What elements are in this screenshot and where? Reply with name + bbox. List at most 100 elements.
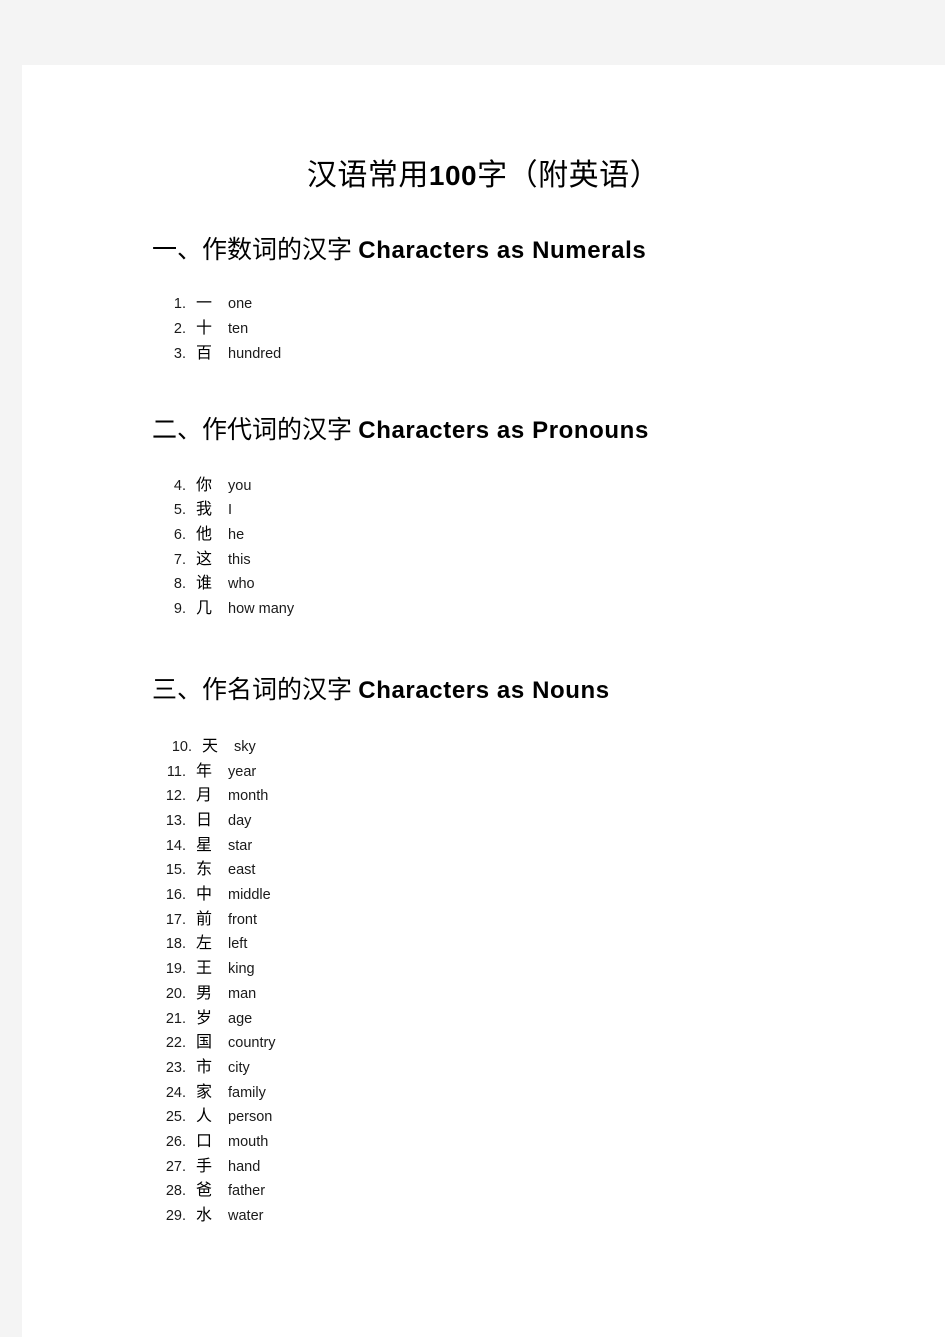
character-list: 4. 你 you 5. 我 I 6. 他 he 7. 这 this 8. 谁 who 9. 几 how many — [152, 473, 852, 621]
list-item-translation: man — [228, 985, 257, 1002]
section-heading-en: Characters as Pronouns — [358, 417, 649, 445]
list-item-character: 口 — [196, 1130, 213, 1150]
list-item-number: 17. — [165, 911, 186, 928]
list-item-number: 11. — [166, 763, 186, 780]
list-item-character: 中 — [196, 884, 213, 904]
list-item-number: 24. — [165, 1084, 186, 1101]
list-item-number: 6. — [173, 526, 186, 543]
list-item-translation: city — [228, 1059, 250, 1076]
list-item-character: 家 — [196, 1081, 213, 1101]
list-item-character: 东 — [196, 859, 213, 879]
list-item-character: 一 — [196, 293, 213, 313]
list-item: 4. 你 you — [152, 473, 852, 498]
section-heading-en: Characters as Numerals — [358, 237, 647, 264]
section-heading-cjk: 三、作名词的汉字 — [152, 676, 353, 704]
list-item-translation: family — [228, 1084, 266, 1101]
list-item: 26. 口 mouth — [152, 1129, 852, 1154]
list-item-translation: father — [228, 1183, 266, 1200]
list-item-number: 28. — [165, 1183, 186, 1200]
list-item: 25. 人 person — [152, 1104, 852, 1129]
list-item: 28. 爸 father — [152, 1178, 852, 1203]
list-item-number: 16. — [165, 887, 186, 904]
section-heading: 三、作名词的汉字 Characters as Nouns — [152, 675, 852, 706]
list-item-translation: how many — [228, 601, 295, 617]
list-item-translation: ten — [228, 320, 249, 337]
page-title-cjk-pre: 汉语常用 — [306, 159, 429, 192]
list-item: 8. 谁 who — [152, 571, 852, 596]
list-item-translation: year — [228, 763, 257, 780]
list-item-number: 20. — [165, 985, 186, 1002]
list-item-translation: person — [228, 1109, 273, 1126]
list-item-translation: mouth — [228, 1133, 269, 1150]
list-item-translation: age — [228, 1010, 253, 1027]
list-item: 29. 水 water — [152, 1203, 852, 1228]
list-item: 18. 左 left — [152, 931, 852, 956]
section-heading-cjk: 一、作数词的汉字 — [152, 237, 353, 264]
list-item-translation: sky — [234, 738, 256, 755]
list-item-translation: this — [228, 551, 251, 568]
list-item-translation: middle — [228, 887, 271, 904]
list-item: 14. 星 star — [152, 833, 852, 858]
list-item-translation: day — [228, 813, 252, 829]
list-item-character: 百 — [196, 342, 213, 362]
list-item-number: 2. — [173, 320, 186, 337]
list-item-translation: east — [228, 862, 256, 879]
list-item-translation: hundred — [228, 345, 282, 362]
document-page: 汉语常用100字（附英语） 一、作数词的汉字 Characters as Num… — [22, 65, 945, 1337]
list-item: 15. 东 east — [152, 857, 852, 882]
list-item-translation: who — [228, 576, 255, 593]
list-item-character: 几 — [196, 598, 213, 617]
list-item-character: 他 — [196, 523, 213, 543]
list-item: 21. 岁 age — [152, 1006, 852, 1031]
list-item-character: 手 — [196, 1155, 213, 1175]
list-item-character: 星 — [196, 834, 213, 854]
list-item: 11. 年 year — [152, 759, 852, 784]
list-item-number: 5. — [173, 502, 186, 519]
list-item-number: 9. — [173, 601, 186, 617]
list-item-translation: hand — [228, 1158, 261, 1175]
list-item: 17. 前 front — [152, 907, 852, 932]
list-item-number: 4. — [173, 477, 186, 494]
list-item-number: 23. — [165, 1059, 186, 1076]
list-item-number: 25. — [165, 1109, 186, 1126]
list-item-number: 26. — [165, 1133, 186, 1150]
page-title: 汉语常用100字（附英语） — [22, 150, 945, 194]
list-item-translation: water — [228, 1208, 264, 1224]
list-item-number: 15. — [165, 862, 186, 879]
list-item-character: 前 — [196, 908, 213, 928]
list-item-character: 人 — [196, 1106, 213, 1126]
document-section: 一、作数词的汉字 Characters as Numerals 1. 一 one 2. 十… — [152, 235, 852, 365]
list-item-number: 22. — [165, 1035, 186, 1052]
list-item-translation: front — [228, 911, 258, 928]
list-item-character: 年 — [196, 760, 213, 780]
list-item: 22. 国 country — [152, 1030, 852, 1055]
document-section: 三、作名词的汉字 Characters as Nouns 10. 天 sky 11. 年 y… — [152, 675, 852, 1228]
list-item-number: 3. — [173, 345, 186, 362]
list-item-number: 21. — [165, 1010, 186, 1027]
list-item-number: 27. — [165, 1158, 186, 1175]
list-item-number: 14. — [165, 837, 186, 854]
list-item: 12. 月 month — [152, 783, 852, 808]
list-item: 7. 这 this — [152, 547, 852, 572]
list-item-character: 这 — [196, 548, 213, 568]
list-item-character: 日 — [196, 810, 213, 829]
list-item-character: 国 — [196, 1032, 213, 1052]
list-item: 3. 百 hundred — [152, 341, 852, 366]
list-item-translation: you — [228, 477, 252, 494]
list-item: 16. 中 middle — [152, 882, 852, 907]
section-heading: 一、作数词的汉字 Characters as Numerals — [152, 235, 852, 266]
list-item-character: 十 — [196, 317, 213, 337]
list-item-translation: one — [228, 296, 253, 313]
list-item-character: 谁 — [196, 573, 213, 593]
list-item-translation: star — [228, 837, 253, 854]
section-heading: 二、作代词的汉字 Characters as Pronouns — [152, 415, 852, 446]
list-item-character: 男 — [196, 982, 213, 1002]
list-item-translation: month — [228, 788, 269, 805]
list-item-number: 13. — [165, 813, 186, 829]
document-section: 二、作代词的汉字 Characters as Pronouns 4. 你 you 5. 我… — [152, 415, 852, 620]
list-item-number: 10. — [171, 738, 192, 755]
list-item-character: 市 — [196, 1056, 213, 1076]
list-item-number: 7. — [173, 551, 186, 568]
list-item-translation: he — [228, 526, 245, 543]
list-item-character: 天 — [202, 735, 219, 755]
